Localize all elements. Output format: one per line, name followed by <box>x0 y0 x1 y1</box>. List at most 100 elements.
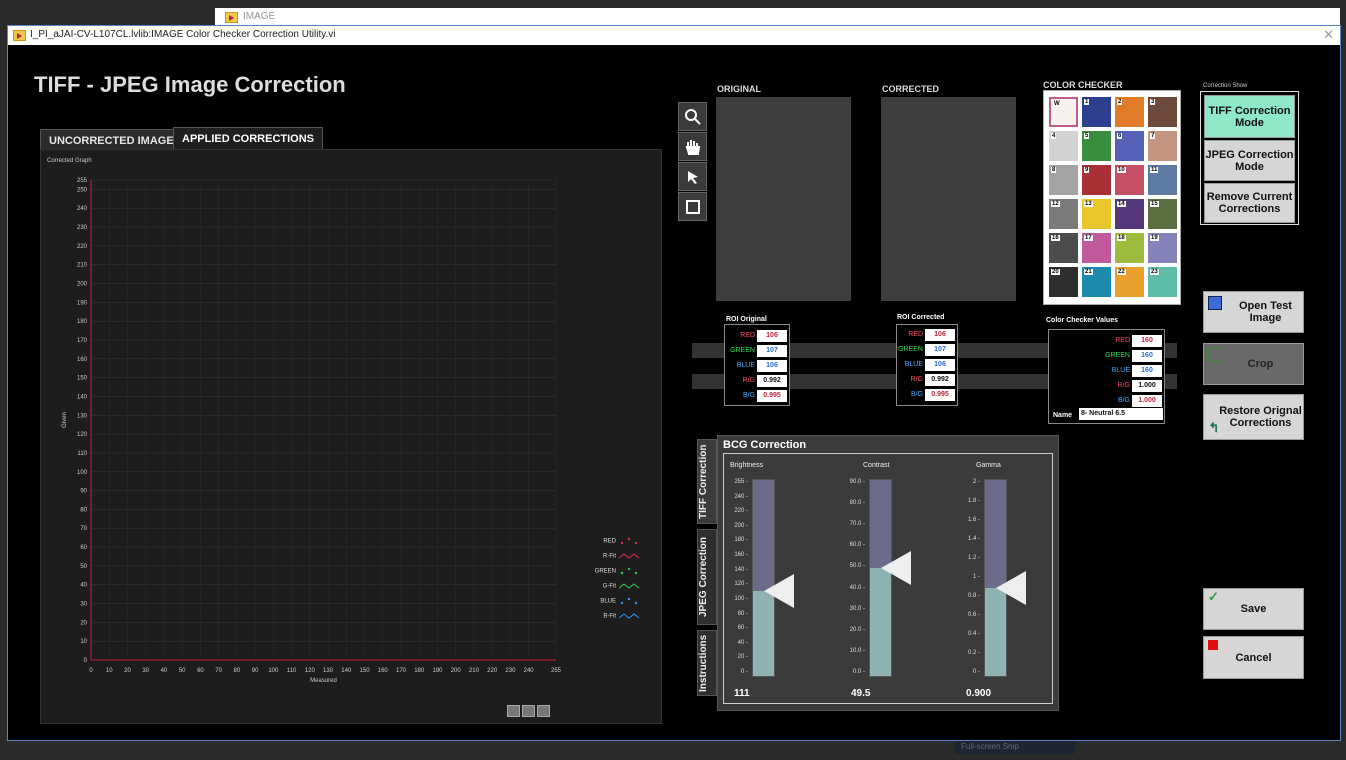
corrected-graph[interactable]: Corrected Graph0102030405060708090100110… <box>41 150 663 725</box>
undo-arrow-icon: ↰ <box>1208 420 1220 435</box>
swatch-label: 15 <box>1150 201 1159 207</box>
x-tick-label: 255 <box>551 668 562 674</box>
roi-row-value: 106 <box>757 360 787 372</box>
legend-label: R-Fit <box>603 553 616 560</box>
background-window-title: IMAGE <box>243 11 276 22</box>
crop-label: Crop <box>1247 358 1274 370</box>
open-test-image-button[interactable]: Open Test Image <box>1203 291 1304 333</box>
tab-tiff-correction[interactable]: TIFF Correction <box>697 439 717 524</box>
name-field[interactable]: 8- Neutral 6.5 <box>1079 408 1163 420</box>
roi-row-label: B/G <box>910 391 923 398</box>
roi-tool[interactable] <box>678 192 707 221</box>
restore-corrections-button[interactable]: ↰ Restore Orignal Corrections <box>1203 394 1304 440</box>
color-swatch[interactable]: 11 <box>1148 165 1177 195</box>
slider-thumb[interactable] <box>764 573 794 608</box>
y-tick-label: 150 <box>77 376 88 382</box>
roi-row-value: 0.995 <box>757 390 787 402</box>
color-swatch[interactable]: 14 <box>1115 199 1144 229</box>
x-tick-label: 240 <box>524 668 535 674</box>
corrected-image-display[interactable] <box>881 97 1016 301</box>
crosshair-icon[interactable] <box>507 705 520 717</box>
slider-label: Contrast <box>863 462 890 469</box>
color-swatch[interactable]: 12 <box>1049 199 1078 229</box>
color-swatch[interactable]: 4 <box>1049 131 1078 161</box>
roi-row-label: R/G <box>910 376 923 383</box>
pan-tool[interactable] <box>678 132 707 161</box>
x-tick-label: 80 <box>234 668 241 674</box>
window-close-button[interactable]: ✕ <box>1323 27 1334 43</box>
color-swatch[interactable]: 10 <box>1115 165 1144 195</box>
swatch-label: 20 <box>1051 269 1060 275</box>
save-button[interactable]: ✓ Save <box>1203 588 1304 630</box>
x-tick-label: 60 <box>197 668 204 674</box>
color-swatch[interactable]: 22 <box>1115 267 1144 297</box>
crop-button[interactable]: Crop <box>1203 343 1304 385</box>
original-image-display[interactable] <box>716 97 851 301</box>
y-tick-label: 20 <box>80 620 87 626</box>
color-swatch[interactable]: 17 <box>1082 233 1111 263</box>
roi-row: RED 106 <box>725 329 789 344</box>
roi-row-label: B/G <box>1117 397 1130 404</box>
swatch-label: 11 <box>1150 167 1159 173</box>
tab-applied-corrections[interactable]: APPLIED CORRECTIONS <box>173 127 324 151</box>
legend-line-icon <box>618 613 640 619</box>
swatch-label: W <box>1053 101 1061 107</box>
roi-row-value: 160 <box>1132 350 1162 362</box>
color-swatch[interactable]: 18 <box>1115 233 1144 263</box>
color-swatch[interactable]: 21 <box>1082 267 1111 297</box>
zoom-icon[interactable] <box>522 705 535 717</box>
color-swatch[interactable]: W <box>1049 97 1078 127</box>
slider-tick-label: 50.0 - <box>849 563 865 570</box>
color-checker-grid: W 1 2 3 4 5 6 7 8 9 10 11 12 13 14 15 16 17 18 19 20 21 22 23 <box>1043 90 1181 305</box>
roi-original-table: RED 106 GREEN 107 BLUE 106 R/G 0.992 B/G 0.995 <box>724 324 790 406</box>
zoom-tool[interactable] <box>678 102 707 131</box>
swatch-label: 9 <box>1084 167 1090 173</box>
y-tick-label: 100 <box>77 470 88 476</box>
color-swatch[interactable]: 19 <box>1148 233 1177 263</box>
tab-jpeg-correction[interactable]: JPEG Correction <box>697 529 717 625</box>
color-swatch[interactable]: 9 <box>1082 165 1111 195</box>
roi-row: R/G 1.000 <box>1049 379 1164 394</box>
color-swatch[interactable]: 16 <box>1049 233 1078 263</box>
x-tick-label: 90 <box>252 668 259 674</box>
swatch-label: 22 <box>1117 269 1126 275</box>
color-swatch[interactable]: 5 <box>1082 131 1111 161</box>
y-tick-label: 170 <box>77 338 88 344</box>
tab-instructions[interactable]: Instructions <box>697 630 717 696</box>
bcg-correction-panel: BCG Correction Brightness 255 - 240 - 220 -… <box>717 435 1059 711</box>
x-tick-label: 220 <box>487 668 498 674</box>
color-swatch[interactable]: 8 <box>1049 165 1078 195</box>
color-swatch[interactable]: 6 <box>1115 131 1144 161</box>
roi-row-label: RED <box>1115 337 1130 344</box>
swatch-label: 19 <box>1150 235 1159 241</box>
x-tick-label: 30 <box>142 668 149 674</box>
tab-uncorrected-image[interactable]: UNCORRECTED IMAGE <box>40 129 183 151</box>
slider-thumb[interactable] <box>881 551 911 586</box>
roi-row: BLUE 106 <box>725 359 789 374</box>
slider-tick-label: 255 - <box>734 479 748 485</box>
cancel-button[interactable]: Cancel <box>1203 636 1304 679</box>
slider-thumb[interactable] <box>996 570 1026 605</box>
color-swatch[interactable]: 15 <box>1148 199 1177 229</box>
y-tick-label: 0 <box>84 658 88 664</box>
legend-label: BLUE <box>600 598 616 605</box>
color-swatch[interactable]: 3 <box>1148 97 1177 127</box>
open-image-icon <box>1208 296 1222 310</box>
graph-title: Corrected Graph <box>47 158 92 164</box>
slider-tick-label: 70.0 - <box>849 521 865 528</box>
color-swatch[interactable]: 23 <box>1148 267 1177 297</box>
color-swatch[interactable]: 7 <box>1148 131 1177 161</box>
jpeg-correction-mode-button[interactable]: JPEG Correction Mode <box>1204 140 1295 181</box>
zoom-icon <box>684 108 701 125</box>
color-swatch[interactable]: 1 <box>1082 97 1111 127</box>
roi-row: R/G 0.992 <box>897 373 957 388</box>
remove-corrections-button[interactable]: Remove Current Corrections <box>1204 183 1295 223</box>
tiff-correction-mode-button[interactable]: TIFF Correction Mode <box>1204 95 1295 138</box>
pan-hand-icon[interactable] <box>537 705 550 717</box>
color-swatch[interactable]: 13 <box>1082 199 1111 229</box>
y-tick-label: 60 <box>80 545 87 551</box>
pointer-tool[interactable] <box>678 162 707 191</box>
roi-row: BLUE 160 <box>1049 364 1164 379</box>
color-swatch[interactable]: 2 <box>1115 97 1144 127</box>
color-swatch[interactable]: 20 <box>1049 267 1078 297</box>
